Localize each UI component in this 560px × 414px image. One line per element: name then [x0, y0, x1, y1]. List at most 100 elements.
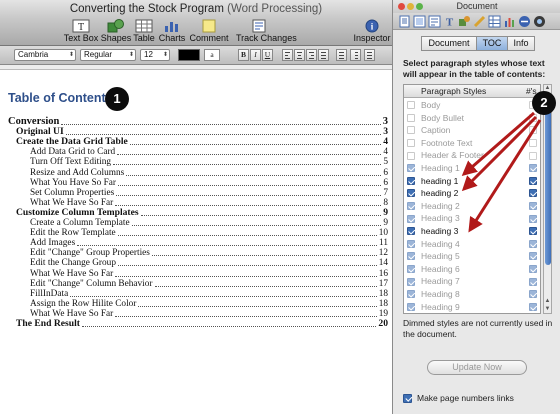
- align-justify-button[interactable]: [318, 49, 329, 61]
- style-row[interactable]: heading 3: [404, 225, 540, 238]
- toc-entry[interactable]: Edit the Change Group 14: [0, 258, 390, 268]
- update-now-button[interactable]: Update Now: [427, 360, 527, 375]
- page-number-links-checkbox[interactable]: [403, 393, 412, 403]
- style-page-numbers-checkbox[interactable]: [529, 302, 537, 311]
- close-icon[interactable]: [398, 3, 405, 10]
- toc-entry[interactable]: What You Have So Far 6: [0, 178, 390, 188]
- bold-button[interactable]: B: [238, 49, 249, 61]
- style-row[interactable]: Heading 5: [404, 250, 540, 263]
- list-button[interactable]: [350, 49, 361, 61]
- style-page-numbers-checkbox[interactable]: [529, 164, 537, 173]
- style-include-checkbox[interactable]: [407, 164, 415, 173]
- toc-entry[interactable]: Edit the Row Template 10: [0, 228, 390, 238]
- style-include-checkbox[interactable]: [407, 151, 415, 160]
- style-page-numbers-checkbox[interactable]: [529, 290, 537, 299]
- style-include-checkbox[interactable]: [407, 302, 415, 311]
- style-page-numbers-checkbox[interactable]: [529, 139, 537, 148]
- style-row[interactable]: Body: [404, 99, 540, 112]
- italic-button[interactable]: I: [250, 49, 261, 61]
- toc-entry[interactable]: Turn Off Text Editing 5: [0, 157, 390, 167]
- toc-entry[interactable]: FillInData 18: [0, 289, 390, 299]
- style-row[interactable]: Heading 4: [404, 238, 540, 251]
- style-row[interactable]: Heading 7: [404, 275, 540, 288]
- toc-entry[interactable]: Resize and Add Columns 6: [0, 168, 390, 178]
- style-row[interactable]: heading 1: [404, 175, 540, 188]
- style-row[interactable]: Heading 3: [404, 212, 540, 225]
- toc-entry[interactable]: Customize Column Templates 9: [0, 207, 390, 218]
- style-page-numbers-checkbox[interactable]: [529, 126, 537, 135]
- style-include-checkbox[interactable]: [407, 227, 415, 236]
- style-include-checkbox[interactable]: [407, 113, 415, 122]
- style-page-numbers-checkbox[interactable]: [529, 227, 537, 236]
- tab-document[interactable]: Document: [421, 36, 477, 51]
- link-pane-icon[interactable]: [518, 15, 531, 28]
- style-page-numbers-checkbox[interactable]: [529, 113, 537, 122]
- comment-button[interactable]: Comment: [187, 18, 231, 46]
- style-include-checkbox[interactable]: [407, 126, 415, 135]
- style-page-numbers-checkbox[interactable]: [529, 189, 537, 198]
- layout-pane-icon[interactable]: [413, 15, 426, 28]
- style-row[interactable]: Body Bullet: [404, 112, 540, 125]
- style-page-numbers-checkbox[interactable]: [529, 214, 537, 223]
- chart-pane-icon[interactable]: [503, 15, 516, 28]
- style-row[interactable]: Caption: [404, 124, 540, 137]
- font-size-select[interactable]: 12 ⬍: [140, 49, 170, 61]
- scroll-down-icon[interactable]: ▼: [544, 306, 551, 313]
- font-style-select[interactable]: Regular ⬍: [80, 49, 136, 61]
- track-changes-button[interactable]: Track Changes: [236, 18, 297, 46]
- style-row[interactable]: Heading 6: [404, 263, 540, 276]
- style-include-checkbox[interactable]: [407, 189, 415, 198]
- style-include-checkbox[interactable]: [407, 252, 415, 261]
- style-page-numbers-checkbox[interactable]: [529, 176, 537, 185]
- inspector-button[interactable]: i Inspector: [352, 18, 392, 46]
- document-pane-icon[interactable]: [398, 15, 411, 28]
- scroll-thumb[interactable]: [545, 97, 551, 265]
- align-center-button[interactable]: [294, 49, 305, 61]
- style-include-checkbox[interactable]: [407, 277, 415, 286]
- highlight-color-button[interactable]: a: [204, 49, 220, 61]
- text-color-swatch[interactable]: [178, 49, 200, 61]
- toc-entry[interactable]: Assign the Row Hilite Color 18: [0, 299, 390, 309]
- align-left-button[interactable]: [282, 49, 293, 61]
- align-right-button[interactable]: [306, 49, 317, 61]
- document-page[interactable]: Table of Contents Conversion 3 Original UI…: [0, 70, 392, 414]
- underline-button[interactable]: U: [262, 49, 273, 61]
- style-include-checkbox[interactable]: [407, 139, 415, 148]
- line-spacing-button[interactable]: [336, 49, 347, 61]
- style-page-numbers-checkbox[interactable]: [529, 265, 537, 274]
- table-pane-icon[interactable]: [488, 15, 501, 28]
- metrics-pane-icon[interactable]: [473, 15, 486, 28]
- style-page-numbers-checkbox[interactable]: [529, 239, 537, 248]
- style-row[interactable]: Footnote Text: [404, 137, 540, 150]
- style-include-checkbox[interactable]: [407, 265, 415, 274]
- text-pane-icon[interactable]: T: [443, 15, 456, 29]
- toc-entry[interactable]: Create a Column Template 9: [0, 218, 390, 228]
- font-family-select[interactable]: Cambria ⬍: [14, 49, 76, 61]
- columns-button[interactable]: [364, 49, 375, 61]
- style-page-numbers-checkbox[interactable]: [529, 202, 537, 211]
- tab-info[interactable]: Info: [507, 36, 535, 51]
- scroll-up-icon[interactable]: ▲: [544, 298, 551, 305]
- toc-entry[interactable]: What We Have So Far 16: [0, 269, 390, 279]
- graphic-pane-icon[interactable]: [458, 15, 471, 28]
- style-row[interactable]: Heading 2: [404, 200, 540, 213]
- wrap-pane-icon[interactable]: [428, 15, 441, 28]
- style-page-numbers-checkbox[interactable]: [529, 277, 537, 286]
- minimize-icon[interactable]: [407, 3, 414, 10]
- toc-entry[interactable]: Add Images 11: [0, 238, 390, 248]
- style-row[interactable]: Heading 9: [404, 301, 540, 313]
- style-include-checkbox[interactable]: [407, 239, 415, 248]
- style-include-checkbox[interactable]: [407, 202, 415, 211]
- style-include-checkbox[interactable]: [407, 101, 415, 110]
- quicktime-pane-icon[interactable]: [533, 15, 546, 28]
- style-row[interactable]: Header & Footer: [404, 149, 540, 162]
- toc-entry[interactable]: The End Result 20: [0, 319, 390, 329]
- style-row[interactable]: Heading 8: [404, 288, 540, 301]
- toc-entry[interactable]: Create the Data Grid Table 4: [0, 137, 390, 147]
- toc-entry[interactable]: Add Data Grid to Card 4: [0, 147, 390, 157]
- style-page-numbers-checkbox[interactable]: [529, 252, 537, 261]
- style-include-checkbox[interactable]: [407, 214, 415, 223]
- style-row[interactable]: Heading 1: [404, 162, 540, 175]
- styles-scrollbar[interactable]: ▲ ▲ ▼: [543, 84, 552, 314]
- toc-entry[interactable]: Edit "Change" Group Properties 12: [0, 248, 390, 258]
